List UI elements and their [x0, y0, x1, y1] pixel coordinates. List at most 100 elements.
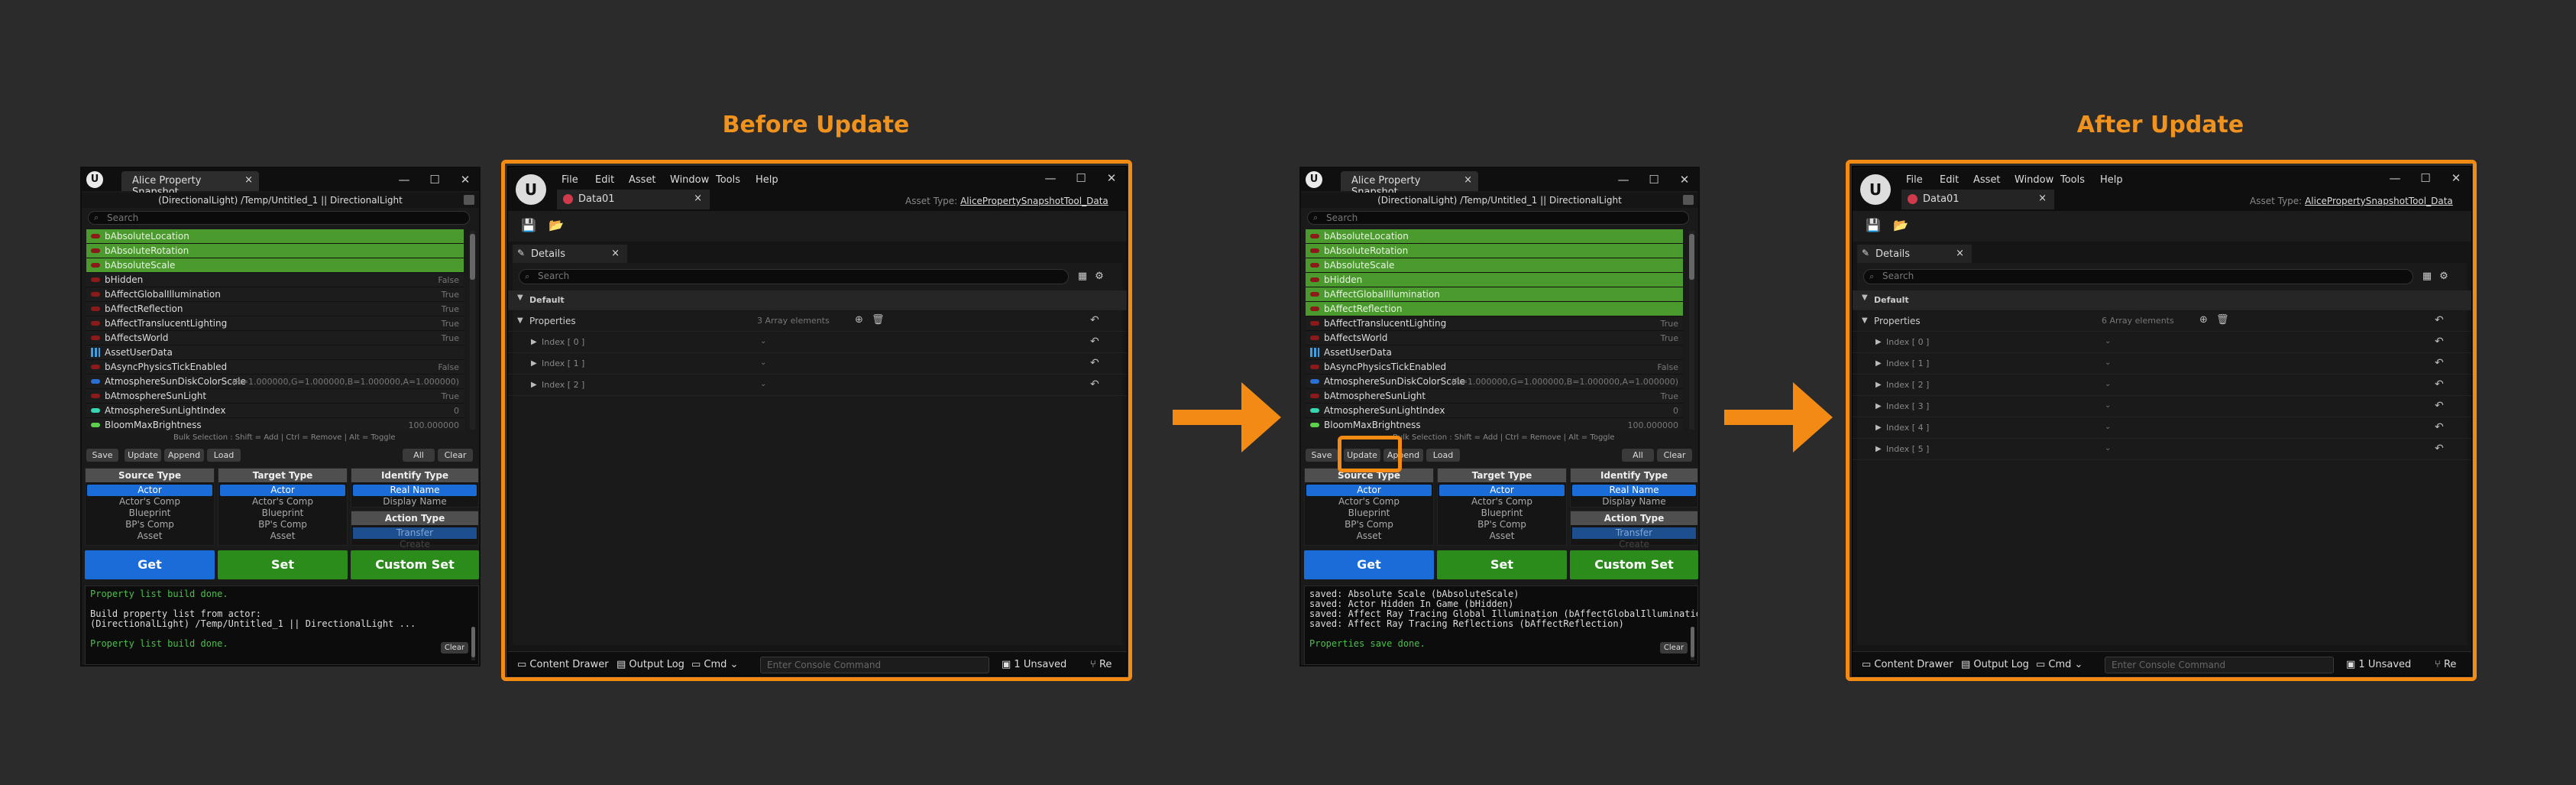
menu-asset[interactable]: Asset — [629, 174, 656, 186]
property-row[interactable]: bAffectsWorld True — [86, 331, 464, 345]
chevron-down-icon[interactable]: ⌄ — [2105, 444, 2111, 453]
chevron-down-icon[interactable]: ⌄ — [760, 358, 766, 367]
property-row[interactable]: bAffectTranslucentLighting True — [86, 316, 464, 331]
chevron-down-icon[interactable]: ⌄ — [2105, 423, 2111, 431]
source-type-panel-option[interactable]: Blueprint — [87, 508, 212, 519]
property-row[interactable]: bAtmosphereSunLight True — [86, 389, 464, 404]
minimize-icon[interactable]: — — [396, 173, 412, 187]
console-command-input[interactable]: Enter Console Command — [760, 657, 989, 673]
close-tab-icon[interactable]: × — [1956, 248, 1964, 259]
array-element-row[interactable]: ▶ Index [ 2 ] ⌄ ↶ — [508, 375, 1127, 396]
asset-type-link[interactable]: AlicePropertySnapshotTool_Data — [2305, 196, 2453, 206]
browse-icon[interactable]: 📂 — [1891, 216, 1911, 235]
update-button[interactable]: Update — [125, 449, 161, 462]
save-button[interactable]: Save — [1306, 449, 1338, 462]
menu-asset[interactable]: Asset — [1973, 174, 2001, 186]
property-row[interactable]: bAbsoluteRotation — [86, 244, 464, 258]
content-drawer-button[interactable]: ▭ Content Drawer — [1862, 659, 1953, 670]
select-all-button[interactable]: All — [403, 449, 435, 462]
reset-icon[interactable]: ↶ — [2435, 421, 2444, 433]
set-button[interactable]: Set — [218, 550, 348, 579]
menu-edit[interactable]: Edit — [595, 174, 614, 186]
property-row[interactable]: bAbsoluteScale — [86, 258, 464, 273]
get-button[interactable]: Get — [1304, 550, 1434, 579]
array-element-row[interactable]: ▶ Index [ 4 ] ⌄ ↶ — [1853, 417, 2471, 439]
chevron-down-icon[interactable]: ⌄ — [2105, 337, 2111, 345]
add-element-icon[interactable]: ⊕ — [855, 314, 863, 326]
minimize-icon[interactable]: — — [2387, 171, 2403, 185]
array-element-row[interactable]: ▶ Index [ 5 ] ⌄ ↶ — [1853, 439, 2471, 460]
property-row[interactable]: AtmosphereSunLightIndex 0 — [1306, 404, 1683, 418]
lock-icon[interactable] — [464, 195, 474, 205]
source-type-panel-option[interactable]: Actor's Comp — [87, 496, 212, 508]
chevron-right-icon[interactable]: ▶ — [1875, 338, 1882, 346]
delete-icon[interactable]: 🗑 — [872, 314, 885, 326]
target-type-panel-option[interactable]: Asset — [220, 530, 345, 542]
array-element-row[interactable]: ▶ Index [ 3 ] ⌄ ↶ — [1853, 396, 2471, 417]
save-icon[interactable]: 💾 — [519, 216, 539, 235]
property-row[interactable]: bAffectReflection True — [86, 302, 464, 316]
property-row[interactable]: AtmosphereSunLightIndex 0 — [86, 404, 464, 418]
source-type-panel-option[interactable]: Asset — [1306, 530, 1432, 542]
output-log-button[interactable]: ▤ Output Log — [1961, 659, 2029, 670]
reset-icon[interactable]: ↶ — [2435, 443, 2444, 455]
maximize-icon[interactable]: ☐ — [1646, 173, 1662, 187]
chevron-down-icon[interactable]: ▼ — [1862, 316, 1868, 325]
chevron-down-icon[interactable]: ▼ — [517, 316, 523, 325]
property-row[interactable]: bAffectGlobalIllumination — [1306, 287, 1683, 302]
target-type-panel-option[interactable]: Actor's Comp — [1439, 496, 1565, 508]
chevron-right-icon[interactable]: ▶ — [1875, 402, 1882, 410]
close-window-icon[interactable]: ✕ — [1677, 173, 1692, 187]
close-tab-icon[interactable]: × — [611, 248, 620, 259]
chevron-down-icon[interactable]: ⌄ — [2105, 380, 2111, 388]
details-tab[interactable]: ✎ Details × — [1857, 245, 1972, 263]
action-type-panel-option[interactable]: Create — [353, 539, 477, 550]
chevron-down-icon[interactable]: ⌄ — [760, 337, 766, 345]
menu-tools[interactable]: Tools — [2060, 174, 2085, 186]
close-tab-icon[interactable]: × — [1464, 174, 1472, 186]
grid-view-icon[interactable]: ▦ — [1075, 268, 1090, 286]
property-row[interactable]: bAbsoluteScale — [1306, 258, 1683, 273]
category-default[interactable]: ▼ Default — [1853, 290, 2471, 310]
menu-window[interactable]: Window — [670, 174, 709, 186]
property-row[interactable]: bAtmosphereSunLight True — [1306, 389, 1683, 404]
property-row[interactable]: bAffectsWorld True — [1306, 331, 1683, 345]
append-button[interactable]: Append — [164, 449, 204, 462]
search-input[interactable]: ⌕ Search — [88, 211, 470, 225]
cmd-dropdown[interactable]: ▭ Cmd ⌄ — [691, 659, 738, 670]
clear-selection-button[interactable]: Clear — [438, 449, 473, 462]
close-window-icon[interactable]: ✕ — [2448, 171, 2464, 185]
get-button[interactable]: Get — [85, 550, 215, 579]
chevron-down-icon[interactable]: ⌄ — [760, 380, 766, 388]
action-type-panel-option[interactable]: Create — [1572, 539, 1696, 550]
asset-tab[interactable]: Data01 × — [557, 190, 710, 209]
chevron-down-icon[interactable]: ⌄ — [2105, 358, 2111, 367]
array-element-row[interactable]: ▶ Index [ 0 ] ⌄ ↶ — [1853, 332, 2471, 353]
menu-edit[interactable]: Edit — [1940, 174, 1959, 186]
output-log-button[interactable]: ▤ Output Log — [616, 659, 684, 670]
action-type-panel-option[interactable]: Transfer — [353, 527, 477, 539]
menu-file[interactable]: File — [1906, 174, 1923, 186]
reset-icon[interactable]: ↶ — [2435, 357, 2444, 369]
identify-type-panel-option[interactable]: Display Name — [1572, 496, 1696, 508]
property-row[interactable]: AssetUserData — [86, 345, 464, 360]
unsaved-indicator[interactable]: ▣ 1 Unsaved — [2346, 659, 2411, 670]
menu-tools[interactable]: Tools — [716, 174, 740, 186]
cmd-dropdown[interactable]: ▭ Cmd ⌄ — [2036, 659, 2082, 670]
property-row[interactable]: bAffectReflection — [1306, 302, 1683, 316]
source-type-panel-option[interactable]: Asset — [87, 530, 212, 542]
asset-tab[interactable]: Data01 × — [1901, 190, 2054, 209]
target-type-panel-option[interactable]: Blueprint — [1439, 508, 1565, 519]
custom-set-button[interactable]: Custom Set — [1570, 550, 1698, 579]
list-scrollbar[interactable] — [1689, 231, 1694, 430]
scrollbar-thumb[interactable] — [471, 627, 475, 657]
reset-icon[interactable]: ↶ — [2435, 378, 2444, 391]
menu-file[interactable]: File — [561, 174, 578, 186]
maximize-icon[interactable]: ☐ — [2418, 171, 2433, 185]
details-tab[interactable]: ✎ Details × — [513, 245, 627, 263]
menu-window[interactable]: Window — [2015, 174, 2053, 186]
select-all-button[interactable]: All — [1622, 449, 1654, 462]
minimize-icon[interactable]: — — [1043, 171, 1058, 185]
reset-icon[interactable]: ↶ — [2435, 400, 2444, 412]
unsaved-indicator[interactable]: ▣ 1 Unsaved — [1002, 659, 1066, 670]
